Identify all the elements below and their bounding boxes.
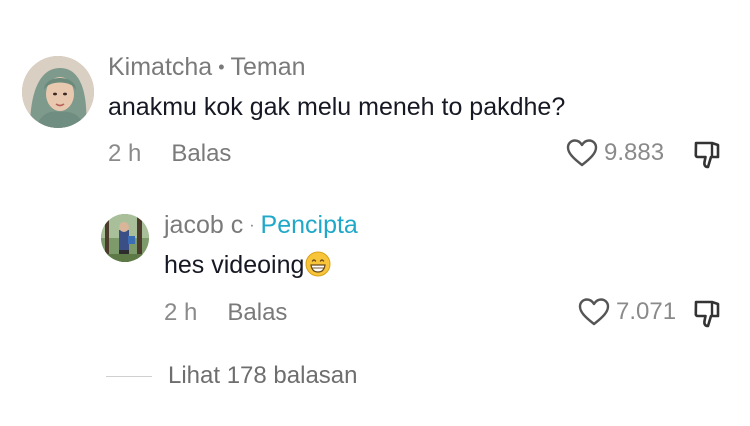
reply-button[interactable]: Balas [227, 299, 287, 327]
reply-author[interactable]: jacob c [164, 211, 243, 240]
like-group: 9.883 [566, 138, 664, 168]
dislike-icon[interactable] [693, 140, 721, 170]
reply-button[interactable]: Balas [171, 140, 231, 168]
grinning-face-emoji-icon [305, 251, 331, 277]
comment-meta: 2 h Balas [108, 140, 231, 168]
comment-header: Kimatcha • Teman [108, 53, 306, 82]
avatar[interactable] [22, 56, 94, 128]
creator-badge: Pencipta [260, 211, 358, 239]
divider-line [106, 375, 152, 377]
avatar-image [22, 56, 94, 128]
relation-label: Teman [230, 53, 306, 81]
like-group: 7.071 [578, 297, 676, 327]
dislike-icon[interactable] [693, 299, 721, 329]
heart-icon[interactable] [566, 138, 598, 168]
avatar-image [101, 214, 149, 262]
reply-time: 2 h [164, 299, 198, 326]
separator-dot: • [218, 57, 225, 77]
reply-meta: 2 h Balas [164, 299, 287, 327]
reply-text: hes videoing [164, 251, 331, 280]
comment-author[interactable]: Kimatcha [108, 53, 212, 82]
reply-text-content: hes videoing [164, 251, 305, 279]
view-replies-label: Lihat 178 balasan [168, 362, 358, 389]
view-replies-button[interactable]: Lihat 178 balasan [106, 362, 358, 390]
like-count: 7.071 [616, 298, 677, 325]
comment-text: anakmu kok gak melu meneh to pakdhe? [108, 93, 566, 121]
heart-icon[interactable] [578, 297, 610, 327]
like-count: 9.883 [604, 139, 665, 166]
reply-avatar[interactable] [101, 214, 149, 262]
comment-time: 2 h [108, 140, 142, 167]
reply-header: jacob c · Pencipta [164, 211, 358, 240]
separator-dot: · [249, 217, 255, 234]
